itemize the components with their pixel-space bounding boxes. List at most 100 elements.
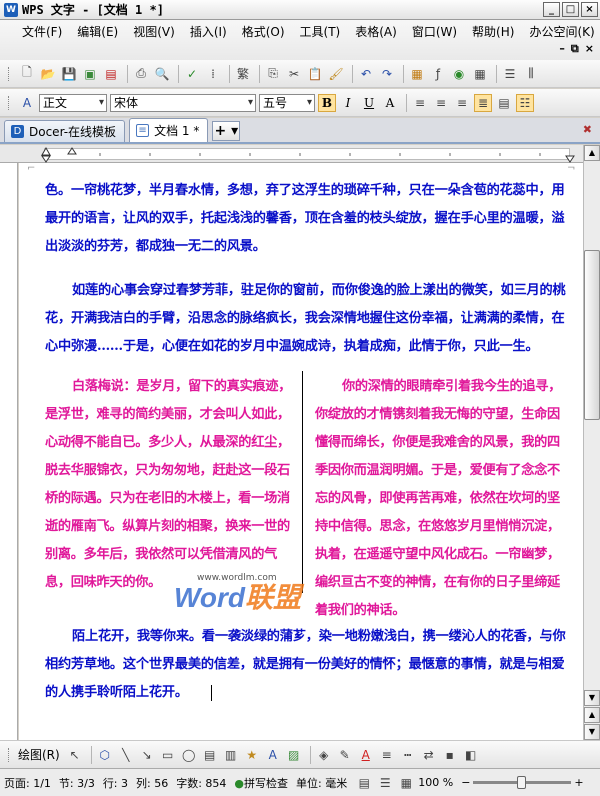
close-tab-icon[interactable]: ✖ (583, 123, 592, 136)
zoom-level[interactable]: 100 % (418, 776, 453, 789)
clipart-icon[interactable]: ★ (243, 746, 261, 764)
copy-icon[interactable]: ⎘ (264, 65, 282, 83)
style-icon[interactable]: A (18, 94, 36, 112)
zoom-slider[interactable] (473, 776, 572, 789)
next-page-icon[interactable]: ▼ (584, 724, 600, 740)
save-as-icon[interactable]: ▣ (81, 65, 99, 83)
fill-color-icon[interactable]: ◈ (315, 746, 333, 764)
style-select[interactable]: 正文 (39, 93, 107, 112)
arrow-icon[interactable]: ↘ (138, 746, 156, 764)
menu-edit[interactable]: 编辑(E) (77, 23, 118, 40)
menu-file[interactable]: 文件(F) (22, 23, 62, 40)
prev-page-icon[interactable]: ▲ (584, 707, 600, 723)
menu-table[interactable]: 表格(A) (355, 23, 397, 40)
italic-button[interactable]: I (339, 94, 357, 112)
line-style-icon[interactable]: ≡ (378, 746, 396, 764)
format-painter-icon[interactable]: 🖌 (327, 65, 345, 83)
columns-icon[interactable]: ☰ (501, 65, 519, 83)
document-page[interactable]: 色。一帘桃花梦，半月春水情，多想，弃了这浮生的琐碎千种，只在一朵含苞的花蕊中，用… (19, 163, 583, 740)
distributed-icon[interactable]: ▤ (495, 94, 513, 112)
textbox-icon[interactable]: ▤ (201, 746, 219, 764)
doc-restore-button[interactable]: ⧉ (571, 42, 579, 56)
justify-icon[interactable]: ≣ (474, 93, 492, 112)
vertical-textbox-icon[interactable]: ▥ (222, 746, 240, 764)
menu-help[interactable]: 帮助(H) (472, 23, 514, 40)
bold-button[interactable]: B (318, 93, 336, 112)
zoom-slider-knob[interactable] (517, 776, 527, 789)
document-icon: ≡ (136, 124, 150, 137)
open-icon[interactable]: 📂 (39, 65, 57, 83)
word-count-icon[interactable]: ⁞ (204, 65, 222, 83)
tab-docer-templates[interactable]: D Docer-在线模板 (4, 120, 126, 142)
spell-check-status[interactable]: ●拼写检查 (234, 775, 288, 791)
minimize-button[interactable]: _ (543, 2, 560, 17)
tab-document-1[interactable]: ≡ 文档 1 * (129, 118, 209, 142)
arrow-style-icon[interactable]: ⇄ (420, 746, 438, 764)
vertical-scrollbar[interactable]: ▲ ▼ ▲ ▼ (583, 145, 600, 740)
align-left-icon[interactable]: ≡ (411, 94, 429, 112)
align-right-icon[interactable]: ≡ (453, 94, 471, 112)
line-color-icon[interactable]: ✎ (336, 746, 354, 764)
scroll-thumb[interactable] (584, 250, 600, 420)
maximize-button[interactable]: □ (562, 2, 579, 17)
zoom-out-button[interactable]: − (461, 776, 470, 789)
menu-format[interactable]: 格式(O) (242, 23, 285, 40)
menu-window[interactable]: 窗口(W) (412, 23, 457, 40)
rectangle-icon[interactable]: ▭ (159, 746, 177, 764)
menu-insert[interactable]: 插入(I) (190, 23, 227, 40)
ruler-ticks (41, 146, 575, 163)
scroll-down-icon[interactable]: ▼ (584, 690, 600, 706)
ellipse-icon[interactable]: ◯ (180, 746, 198, 764)
vertical-ruler[interactable] (0, 163, 18, 740)
status-unit[interactable]: 单位: 毫米 (296, 775, 347, 791)
print-preview-icon[interactable]: 🔍 (153, 65, 171, 83)
web-view-icon[interactable]: ▦ (397, 774, 415, 792)
close-button[interactable]: × (581, 2, 598, 17)
new-tab-button[interactable]: + ▾ (212, 121, 241, 141)
underline-button[interactable]: U (360, 94, 378, 112)
save-icon[interactable]: 💾 (60, 65, 78, 83)
paste-icon[interactable]: 📋 (306, 65, 324, 83)
menu-view[interactable]: 视图(V) (133, 23, 175, 40)
undo-icon[interactable]: ↶ (357, 65, 375, 83)
page-view-icon[interactable]: ▤ (355, 774, 373, 792)
table-icon[interactable]: ▦ (471, 65, 489, 83)
picture-icon[interactable]: ▨ (285, 746, 303, 764)
menu-office-space[interactable]: 办公空间(K) (529, 23, 594, 40)
draw-menu-button[interactable]: 绘图(R) (18, 746, 60, 763)
redo-icon[interactable]: ↷ (378, 65, 396, 83)
print-icon[interactable]: ⎙ (132, 65, 150, 83)
font-color-icon[interactable]: A (357, 746, 375, 764)
pdf-icon[interactable]: ▤ (102, 65, 120, 83)
align-center-icon[interactable]: ≡ (432, 94, 450, 112)
new-icon[interactable]: 🗋 (18, 65, 36, 83)
select-arrow-icon[interactable]: ↖ (66, 746, 84, 764)
outline-view-icon[interactable]: ☰ (376, 774, 394, 792)
font-select[interactable]: 宋体 (110, 93, 256, 112)
status-page: 页面: 1/1 (4, 776, 51, 790)
menu-tools[interactable]: 工具(T) (300, 23, 341, 40)
hyperlink-icon[interactable]: ◉ (450, 65, 468, 83)
3d-icon[interactable]: ◧ (462, 746, 480, 764)
traditional-chinese-icon[interactable]: 繁 (234, 65, 252, 83)
horizontal-ruler[interactable] (0, 145, 585, 163)
status-section: 节: 3/3 (58, 776, 95, 790)
text-direction-icon[interactable]: ⫼ (522, 65, 540, 83)
function-icon[interactable]: ƒ (429, 65, 447, 83)
header-footer-icon[interactable]: ▦ (408, 65, 426, 83)
line-spacing-icon[interactable]: ☷ (516, 93, 534, 112)
doc-close-button[interactable]: × (585, 42, 594, 56)
font-size-adjust-button[interactable]: A (381, 94, 399, 112)
wordart-icon[interactable]: A (264, 746, 282, 764)
zoom-in-button[interactable]: + (574, 776, 583, 789)
line-icon[interactable]: ╲ (117, 746, 135, 764)
shadow-icon[interactable]: ▪ (441, 746, 459, 764)
spell-check-icon[interactable]: ✓ (183, 65, 201, 83)
dash-style-icon[interactable]: ┅ (399, 746, 417, 764)
cut-icon[interactable]: ✂ (285, 65, 303, 83)
font-size-select[interactable]: 五号 (259, 93, 315, 112)
autoshapes-icon[interactable]: ⬡ (96, 746, 114, 764)
margin-mark-top: ⌐ (27, 163, 36, 174)
doc-minimize-button[interactable]: – (559, 42, 565, 56)
scroll-up-icon[interactable]: ▲ (584, 145, 600, 161)
